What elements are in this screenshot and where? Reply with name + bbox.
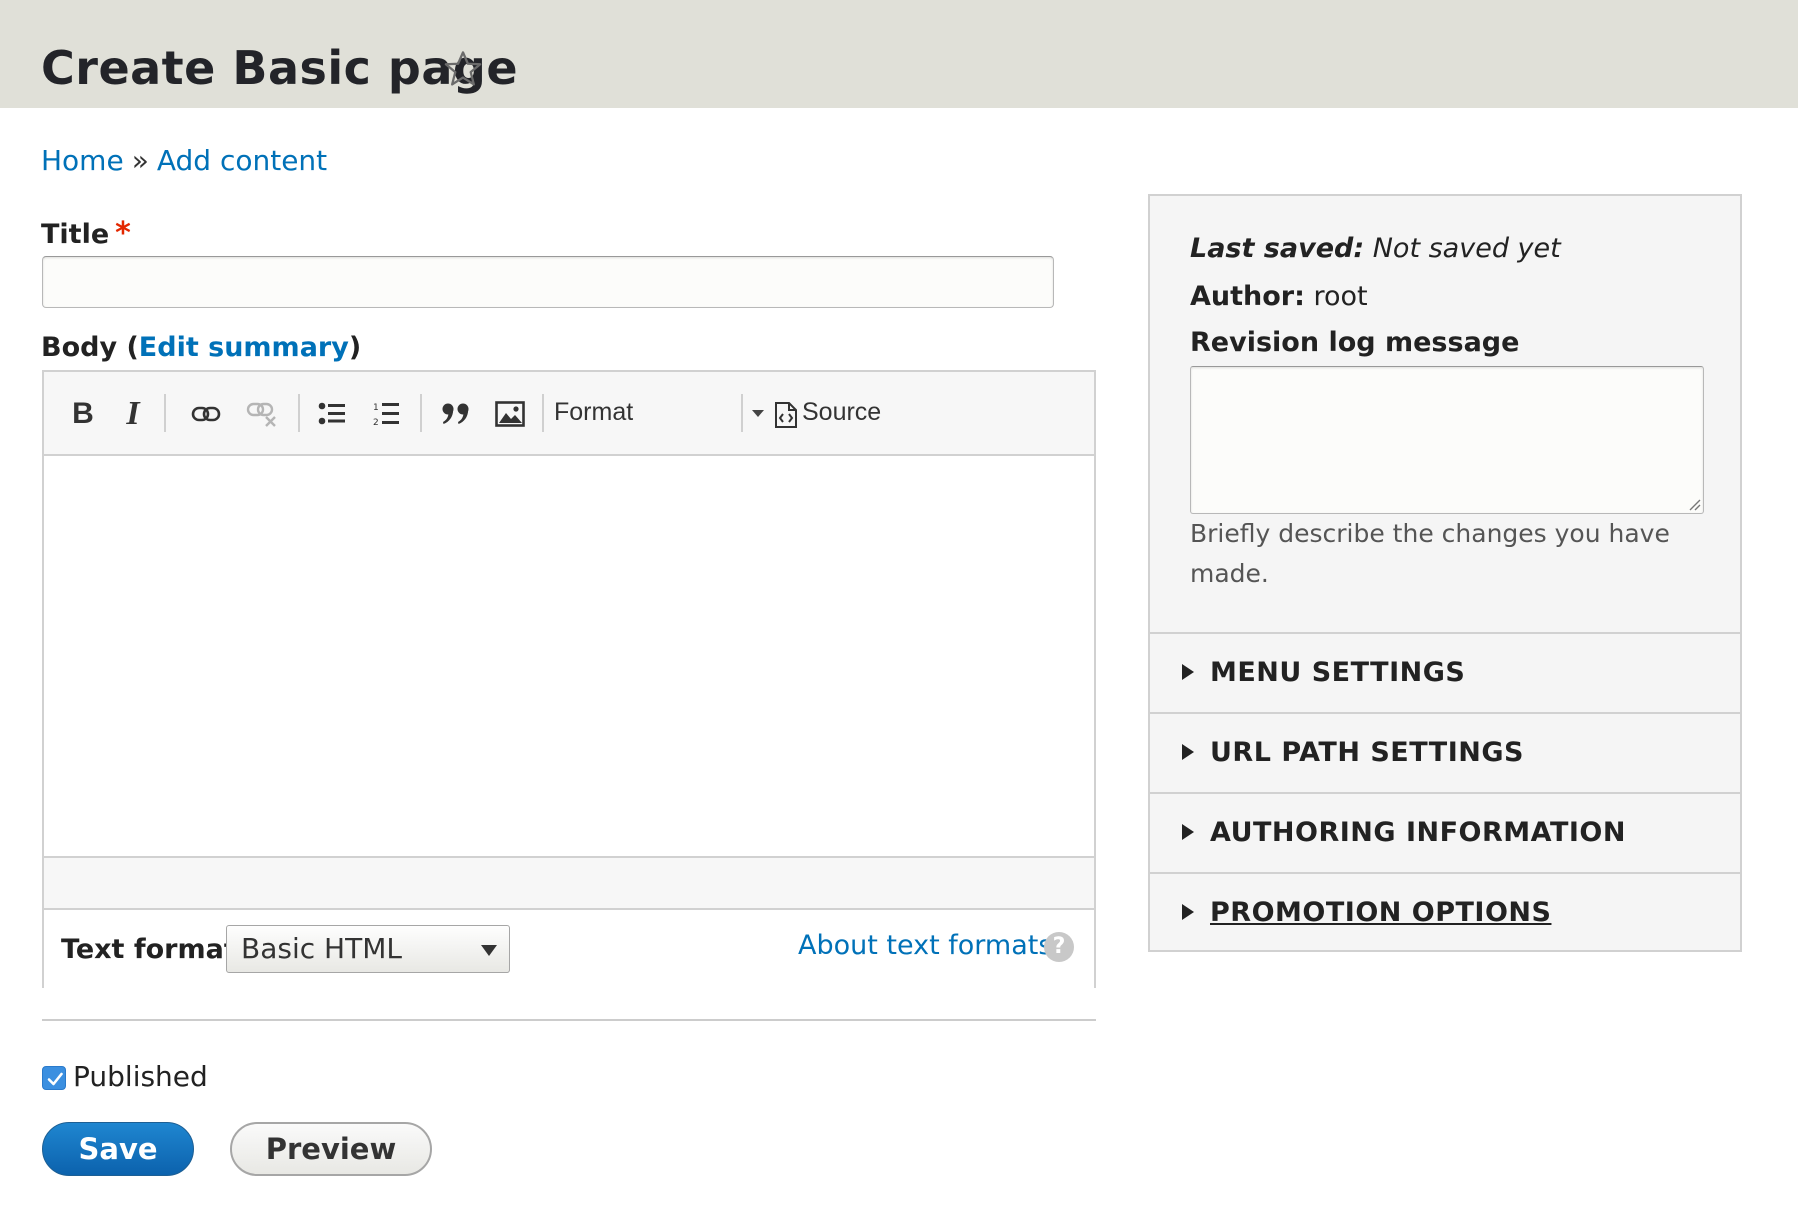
star-outline-icon[interactable] xyxy=(442,48,484,90)
bulleted-list-icon xyxy=(318,402,345,425)
svg-text:2: 2 xyxy=(373,418,379,428)
format-dropdown[interactable]: Format xyxy=(542,392,782,436)
editor-toolbar: B I 1 2 Format Source xyxy=(44,372,1094,456)
authoring-information-section[interactable]: AUTHORING INFORMATION xyxy=(1150,792,1740,872)
section-label: URL PATH SETTINGS xyxy=(1210,737,1524,768)
toolbar-separator xyxy=(420,394,422,432)
text-format-bar: Text format Basic HTML About text format… xyxy=(44,910,1094,988)
editor-content-area[interactable] xyxy=(44,458,1094,856)
section-label: AUTHORING INFORMATION xyxy=(1210,817,1626,848)
author-value: root xyxy=(1313,281,1368,312)
chevron-down-icon xyxy=(481,945,497,956)
italic-button[interactable]: I xyxy=(114,392,152,436)
revision-log-label: Revision log message xyxy=(1190,327,1520,358)
save-button[interactable]: Save xyxy=(42,1122,194,1176)
blockquote-button[interactable] xyxy=(432,392,480,436)
section-label: PROMOTION OPTIONS xyxy=(1210,897,1552,928)
published-label[interactable]: Published xyxy=(73,1058,208,1096)
breadcrumb-add-content-link[interactable]: Add content xyxy=(157,144,327,177)
title-input[interactable] xyxy=(42,256,1054,308)
toolbar-separator xyxy=(298,394,300,432)
source-button[interactable]: Source xyxy=(760,392,890,436)
unlink-button[interactable] xyxy=(240,392,284,436)
menu-settings-section[interactable]: MENU SETTINGS xyxy=(1150,632,1740,712)
triangle-right-icon xyxy=(1182,664,1194,680)
author: Author: root xyxy=(1190,278,1368,316)
body-label-suffix: ) xyxy=(348,332,362,363)
triangle-right-icon xyxy=(1182,904,1194,920)
resize-handle-icon[interactable] xyxy=(1687,497,1701,511)
meta-sidebar: Last saved: Not saved yet Author: root R… xyxy=(1148,194,1742,952)
svg-text:1: 1 xyxy=(373,403,379,413)
breadcrumb-separator: » xyxy=(131,144,149,177)
image-button[interactable] xyxy=(488,392,532,436)
form-divider xyxy=(42,1019,1096,1021)
text-format-value: Basic HTML xyxy=(241,932,402,965)
last-saved-label: Last saved: xyxy=(1190,233,1365,264)
editor-status-bar xyxy=(44,856,1094,910)
required-marker: * xyxy=(115,216,131,251)
blockquote-icon xyxy=(442,403,469,424)
toolbar-separator xyxy=(741,394,743,432)
last-saved-value: Not saved yet xyxy=(1372,233,1561,264)
last-saved: Last saved: Not saved yet xyxy=(1190,230,1561,268)
format-label: Format xyxy=(554,398,634,426)
numbered-list-icon: 1 2 xyxy=(373,403,399,428)
breadcrumb-home-link[interactable]: Home xyxy=(41,144,124,177)
page-header: Create Basic page xyxy=(0,0,1798,108)
edit-summary-link[interactable]: Edit summary xyxy=(139,332,349,363)
link-button[interactable] xyxy=(184,392,228,436)
source-icon xyxy=(775,402,797,428)
checkmark-icon xyxy=(47,1072,63,1086)
bold-button[interactable]: B xyxy=(64,392,102,436)
body-editor: B I 1 2 Format Source Text format Basic … xyxy=(42,370,1096,988)
help-icon[interactable]: ? xyxy=(1044,932,1074,962)
promotion-options-section[interactable]: PROMOTION OPTIONS xyxy=(1150,872,1740,952)
url-path-settings-section[interactable]: URL PATH SETTINGS xyxy=(1150,712,1740,792)
image-icon xyxy=(495,401,525,427)
breadcrumb: Home» Add content xyxy=(41,143,327,179)
body-label-prefix: Body ( xyxy=(41,332,139,363)
unlink-icon xyxy=(246,402,276,427)
revision-log-help: Briefly describe the changes you have ma… xyxy=(1190,519,1670,588)
section-label: MENU SETTINGS xyxy=(1210,657,1466,688)
link-icon xyxy=(191,406,221,422)
text-format-label: Text format xyxy=(61,934,237,965)
text-format-select[interactable]: Basic HTML xyxy=(226,925,510,973)
triangle-right-icon xyxy=(1182,824,1194,840)
revision-log-textarea[interactable] xyxy=(1190,366,1704,514)
title-label-text: Title xyxy=(41,219,110,250)
preview-button[interactable]: Preview xyxy=(230,1122,432,1176)
numbered-list-button[interactable]: 1 2 xyxy=(364,392,408,436)
body-label: Body (Edit summary) xyxy=(41,328,361,368)
triangle-right-icon xyxy=(1182,744,1194,760)
author-label: Author: xyxy=(1190,281,1305,312)
title-label: Title * xyxy=(41,214,131,255)
published-checkbox[interactable] xyxy=(42,1066,66,1090)
toolbar-separator xyxy=(164,394,166,432)
source-label: Source xyxy=(802,398,882,426)
about-text-formats-link[interactable]: About text formats xyxy=(798,928,1052,964)
bulleted-list-button[interactable] xyxy=(310,392,354,436)
